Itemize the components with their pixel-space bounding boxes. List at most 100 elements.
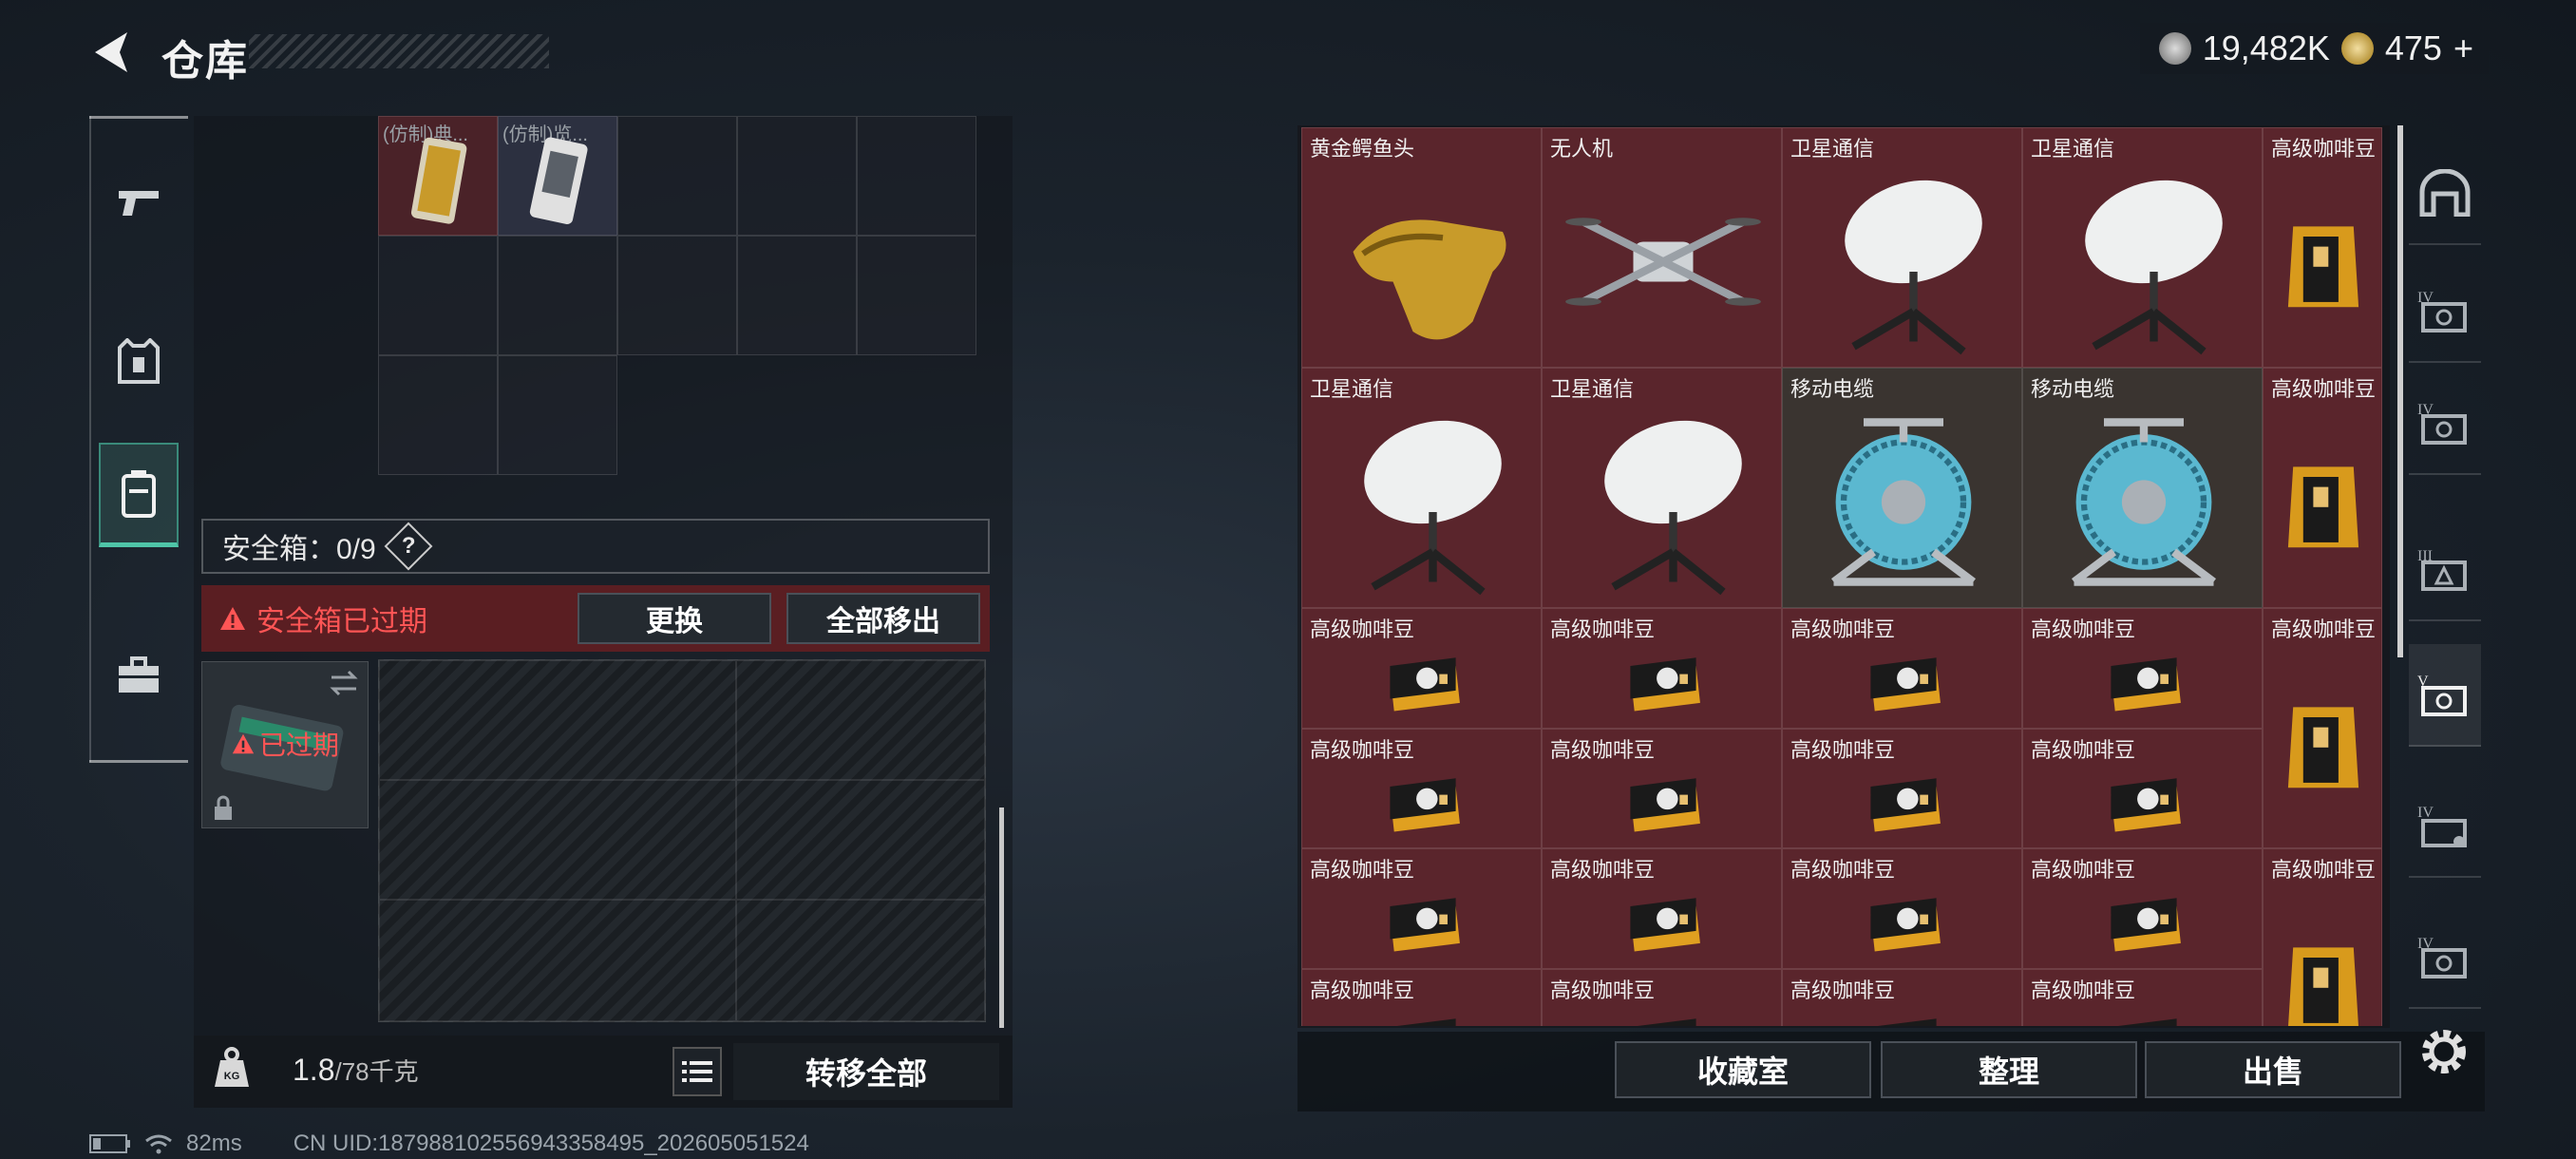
stash-scrollbar[interactable] — [2397, 125, 2403, 657]
satellite-dish-icon — [1603, 420, 1742, 596]
weight-max: /78千克 — [334, 1057, 419, 1086]
item-name: 卫星通信 — [1310, 377, 1394, 401]
help-icon[interactable]: ? — [384, 522, 433, 571]
stash-item[interactable]: 无人机 — [1542, 127, 1782, 368]
v-storage-icon: V — [2417, 674, 2467, 716]
stash-tab-2[interactable]: IV — [2409, 372, 2481, 475]
stash-item[interactable]: 高级咖啡豆 — [1301, 968, 1542, 1026]
coffee-bag-icon — [2287, 226, 2359, 308]
cable-reel-icon — [1830, 418, 1976, 586]
safebox-slot[interactable] — [379, 900, 736, 1021]
stash-item[interactable]: 高级咖啡豆 — [1301, 728, 1542, 848]
stash-item[interactable]: 高级咖啡豆 — [2263, 368, 2382, 608]
coffee-box-icon — [1633, 1017, 1696, 1026]
golden-croc-head-icon — [1353, 219, 1506, 340]
stash-item[interactable]: 卫星通信 — [2022, 127, 2263, 368]
carry-weight: 1.8/78千克 — [293, 1053, 419, 1088]
stash-item[interactable]: 高级咖啡豆 — [1542, 848, 1782, 969]
backpack-slot[interactable] — [737, 236, 857, 355]
stash-item[interactable]: 高级咖啡豆 — [2022, 728, 2263, 848]
silver-coin-icon — [2158, 32, 2191, 65]
sell-button[interactable]: 出售 — [2145, 1041, 2401, 1098]
stash-item[interactable]: 高级咖啡豆 — [1301, 608, 1542, 729]
safebox-slot[interactable] — [736, 780, 985, 900]
backpack-slot[interactable] — [498, 236, 617, 355]
safebox-slot[interactable] — [379, 660, 736, 780]
backpack-slot[interactable] — [857, 116, 976, 236]
item-name: 高级咖啡豆 — [2031, 737, 2136, 762]
stash-tab-all[interactable] — [2409, 142, 2481, 245]
stash-grid: 黄金鳄鱼头 无人机 卫星通信 卫星通信 高级咖啡豆 卫星通信 卫星通信 移动电缆 移动电缆 高级咖… — [1301, 127, 2384, 1026]
stash-item[interactable]: 高级咖啡豆 — [2263, 608, 2382, 848]
coffee-box-icon — [1629, 777, 1700, 832]
stash-item[interactable]: 高级咖啡豆 — [1782, 608, 2022, 729]
swap-icon[interactable] — [328, 670, 360, 696]
back-arrow-icon[interactable] — [87, 27, 139, 78]
rail-cases[interactable] — [99, 623, 179, 728]
stash-item[interactable]: 高级咖啡豆 — [2263, 127, 2382, 368]
stash-item[interactable]: 高级咖啡豆 — [2022, 608, 2263, 729]
stash-item[interactable]: 卫星通信 — [1542, 368, 1782, 608]
vest-icon — [118, 338, 160, 384]
stash-item[interactable]: 高级咖啡豆 — [1782, 848, 2022, 969]
gold-coin-icon — [2340, 32, 2374, 65]
safebox-slot[interactable] — [379, 780, 736, 900]
replace-button[interactable]: 更换 — [578, 593, 771, 644]
stash-tab-3[interactable]: III — [2409, 519, 2481, 621]
currency-1-value: 19,482K — [2202, 28, 2330, 67]
iv-storage-icon: IV — [2417, 936, 2467, 978]
stash-item[interactable]: 高级咖啡豆 — [1542, 728, 1782, 848]
stash-item[interactable]: 高级咖啡豆 — [2022, 848, 2263, 969]
backpack-slot[interactable] — [378, 236, 498, 355]
stash-item[interactable]: 高级咖啡豆 — [2263, 848, 2382, 1026]
backpack-slot[interactable] — [617, 236, 737, 355]
list-view-button[interactable] — [672, 1047, 722, 1096]
coffee-box-icon — [1392, 1017, 1456, 1026]
coffee-box-icon — [1869, 657, 1941, 712]
backpack-slot[interactable]: (仿制)典... — [378, 116, 498, 236]
backpack-slot[interactable] — [737, 116, 857, 236]
stash-item[interactable]: 高级咖啡豆 — [1542, 968, 1782, 1026]
add-currency-button[interactable]: + — [2453, 28, 2473, 68]
silver-card-icon — [529, 137, 588, 224]
item-name: 高级咖啡豆 — [1310, 737, 1415, 762]
safebox-item[interactable]: 已过期 — [201, 661, 369, 828]
backpack-slot[interactable] — [378, 355, 498, 475]
item-name: 高级咖啡豆 — [2271, 618, 2377, 641]
stash-item[interactable]: 高级咖啡豆 — [1782, 968, 2022, 1026]
safebox-slot[interactable] — [736, 660, 985, 780]
collection-room-button[interactable]: 收藏室 — [1615, 1041, 1871, 1098]
gear-icon[interactable] — [2416, 1024, 2472, 1079]
rail-weapons[interactable] — [99, 150, 179, 255]
backpack-slot[interactable] — [498, 355, 617, 475]
stash-tab-4[interactable]: V — [2409, 644, 2481, 747]
stash-item[interactable]: 高级咖啡豆 — [1542, 608, 1782, 729]
stash-item[interactable]: 卫星通信 — [1782, 127, 2022, 368]
safebox-slot[interactable] — [736, 900, 985, 1021]
briefcase-icon — [119, 656, 159, 693]
list-icon — [682, 1061, 712, 1082]
transfer-all-button[interactable]: 转移全部 — [733, 1043, 999, 1100]
backpack-slot[interactable] — [617, 116, 737, 236]
stash-item[interactable]: 高级咖啡豆 — [1782, 728, 2022, 848]
battery-icon — [89, 1134, 130, 1153]
remove-all-button[interactable]: 全部移出 — [786, 593, 980, 644]
stash-item[interactable]: 移动电缆 — [1782, 368, 2022, 608]
safebox-capacity: 安全箱：0/9 — [222, 534, 376, 565]
stash-item[interactable]: 卫星通信 — [1301, 368, 1542, 608]
backpack-slot[interactable]: (仿制)览... — [498, 116, 617, 236]
stash-tab-6[interactable]: IV — [2409, 906, 2481, 1009]
sort-button[interactable]: 整理 — [1881, 1041, 2137, 1098]
rail-containers[interactable] — [99, 443, 179, 547]
rail-armor[interactable] — [99, 310, 179, 414]
stash-tab-1[interactable]: IV — [2409, 260, 2481, 363]
stash-item[interactable]: 高级咖啡豆 — [1301, 848, 1542, 969]
coffee-box-icon — [1869, 777, 1941, 832]
left-scrollbar[interactable] — [999, 808, 1004, 1028]
stash-item[interactable]: 黄金鳄鱼头 — [1301, 127, 1542, 368]
stash-item[interactable]: 移动电缆 — [2022, 368, 2263, 608]
stash-item[interactable]: 高级咖啡豆 — [2022, 968, 2263, 1026]
stash-tab-5[interactable]: IV — [2409, 775, 2481, 878]
coffee-box-icon — [1389, 898, 1460, 952]
backpack-slot[interactable] — [857, 236, 976, 355]
